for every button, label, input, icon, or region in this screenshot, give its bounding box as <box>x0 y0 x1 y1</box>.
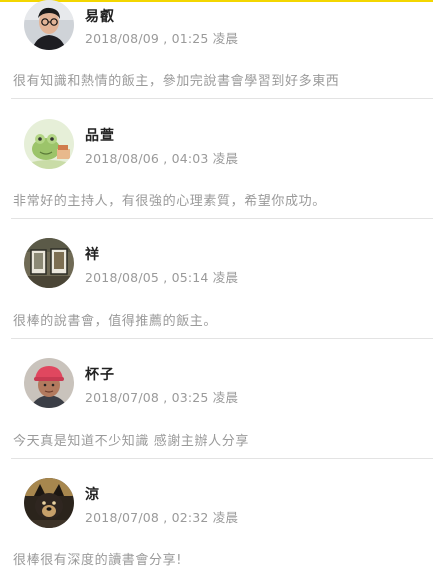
review-comment: 今天真是知道不少知識 感謝主辦人分享 <box>13 434 249 449</box>
dog-avatar[interactable] <box>24 478 74 528</box>
top-accent-line <box>0 0 433 2</box>
divider <box>11 338 433 339</box>
divider <box>11 218 433 219</box>
cartoon-frog-avatar[interactable] <box>24 119 74 169</box>
reviewer-name: 杯子 <box>85 367 115 383</box>
reviewer-name: 祥 <box>85 247 100 263</box>
photo-frames-avatar[interactable] <box>24 238 74 288</box>
review-comment: 很棒很有深度的讀書會分享! <box>13 553 183 568</box>
reviewer-name: 涼 <box>85 487 100 503</box>
review-datetime: 2018/07/08 , 03:25 凌晨 <box>85 390 239 405</box>
review-comment: 很棒的說書會，值得推薦的飯主。 <box>13 314 218 329</box>
review-datetime: 2018/08/05 , 05:14 凌晨 <box>85 270 239 285</box>
person-pink-cap-avatar[interactable] <box>24 358 74 408</box>
reviewer-name: 品萱 <box>85 128 115 144</box>
review-comment: 很有知識和熱情的飯主，參加完說書會學習到好多東西 <box>13 74 340 89</box>
review-datetime: 2018/08/06 , 04:03 凌晨 <box>85 151 239 166</box>
review-comment: 非常好的主持人，有很強的心理素質，希望你成功。 <box>13 194 326 209</box>
divider <box>11 98 433 99</box>
reviewer-name: 易叡 <box>85 9 115 25</box>
review-datetime: 2018/07/08 , 02:32 凌晨 <box>85 510 239 525</box>
divider <box>11 458 433 459</box>
review-datetime: 2018/08/09 , 01:25 凌晨 <box>85 31 239 46</box>
person-glasses-avatar[interactable] <box>24 0 74 50</box>
